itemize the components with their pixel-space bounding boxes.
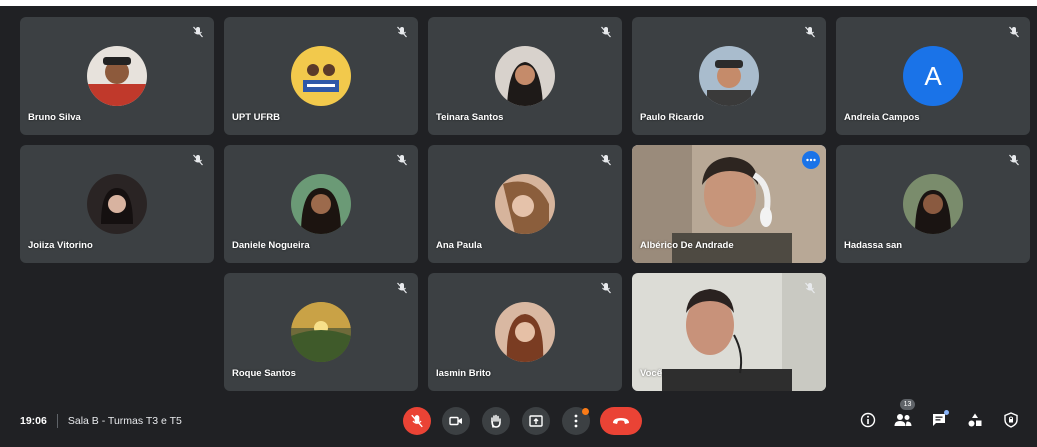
participant-name: Andreia Campos — [844, 112, 920, 123]
chat-notification-dot — [944, 410, 949, 415]
mic-off-icon — [601, 154, 611, 166]
participant-tile[interactable]: Joiiza Vitorino — [20, 145, 214, 263]
host-controls-icon — [1004, 412, 1018, 428]
participant-name: Daniele Nogueira — [232, 240, 310, 251]
participant-name: UPT UFRB — [232, 112, 281, 123]
present-screen-button[interactable] — [522, 407, 550, 435]
participant-name: Teinara Santos — [436, 112, 504, 123]
host-controls-button[interactable] — [1000, 409, 1022, 431]
mic-off-icon — [397, 282, 407, 294]
present-icon — [529, 415, 543, 427]
participant-tile[interactable]: UPT UFRB — [224, 17, 418, 135]
people-button[interactable]: 13 — [892, 399, 915, 431]
mic-off-icon — [397, 154, 407, 166]
divider — [56, 414, 58, 428]
participant-name: Joiiza Vitorino — [28, 240, 93, 251]
participant-avatar — [87, 174, 147, 234]
more-options-icon — [574, 414, 578, 428]
mic-off-icon — [1009, 26, 1019, 38]
mic-off-icon — [193, 26, 203, 38]
participant-avatar — [495, 174, 555, 234]
meeting-info: 19:06 Sala B - Turmas T3 e T5 — [20, 414, 182, 428]
participant-avatar — [495, 302, 555, 362]
camera-toggle-button[interactable] — [442, 407, 470, 435]
hang-up-icon — [613, 418, 629, 424]
participant-avatar — [291, 46, 351, 106]
mic-off-icon — [805, 26, 815, 38]
participant-tile[interactable]: Roque Santos — [224, 273, 418, 391]
participant-avatar — [903, 174, 963, 234]
participant-name: Paulo Ricardo — [640, 112, 704, 123]
participant-grid: Bruno Silva UPT UFRB Teinara Santos Paul… — [0, 0, 1037, 395]
participant-tile[interactable]: Bruno Silva — [20, 17, 214, 135]
participant-tile[interactable]: Iasmin Brito — [428, 273, 622, 391]
activities-button[interactable] — [964, 409, 986, 431]
participant-avatar — [87, 46, 147, 106]
participant-tile[interactable]: Teinara Santos — [428, 17, 622, 135]
participant-avatar — [291, 174, 351, 234]
bottom-control-bar: 19:06 Sala B - Turmas T3 e T5 13 — [0, 395, 1037, 447]
participant-name: Roque Santos — [232, 368, 296, 379]
participant-avatar — [291, 302, 351, 362]
more-options-button[interactable] — [562, 407, 590, 435]
participant-tile[interactable]: Ana Paula — [428, 145, 622, 263]
more-options-icon[interactable] — [802, 151, 820, 169]
people-icon — [894, 414, 912, 426]
info-icon — [860, 412, 876, 428]
raise-hand-icon — [491, 414, 501, 428]
mic-off-icon — [193, 154, 203, 166]
notification-dot — [582, 408, 589, 415]
participant-tile[interactable]: A Andreia Campos — [836, 17, 1030, 135]
activities-icon — [968, 413, 982, 427]
participant-initial: A — [903, 46, 963, 106]
camera-icon — [449, 416, 462, 426]
meeting-time: 19:06 — [20, 415, 47, 427]
mic-off-icon — [397, 26, 407, 38]
participant-tile-speaking[interactable]: Albérico De Andrade — [632, 145, 826, 263]
mic-off-icon — [601, 26, 611, 38]
self-name: Você — [640, 368, 663, 379]
mic-off-icon — [601, 282, 611, 294]
participant-avatar — [699, 46, 759, 106]
mic-off-icon — [411, 414, 423, 428]
participant-tile[interactable]: Paulo Ricardo — [632, 17, 826, 135]
participant-name: Ana Paula — [436, 240, 482, 251]
participant-tile[interactable]: Daniele Nogueira — [224, 145, 418, 263]
meeting-room-name: Sala B - Turmas T3 e T5 — [67, 415, 182, 427]
self-tile[interactable]: Você — [632, 273, 826, 391]
participant-avatar — [495, 46, 555, 106]
participant-name: Iasmin Brito — [436, 368, 491, 379]
participant-count-badge: 13 — [900, 399, 915, 410]
participant-name: Hadassa san — [844, 240, 903, 251]
mic-off-icon — [1009, 154, 1019, 166]
chat-button[interactable] — [928, 409, 950, 431]
mic-off-icon — [805, 282, 815, 294]
participant-name: Bruno Silva — [28, 112, 81, 123]
participant-name: Albérico De Andrade — [640, 240, 734, 251]
raise-hand-button[interactable] — [482, 407, 510, 435]
meeting-details-button[interactable] — [857, 409, 879, 431]
mic-toggle-button[interactable] — [403, 407, 431, 435]
participant-tile[interactable]: Hadassa san — [836, 145, 1030, 263]
leave-call-button[interactable] — [600, 407, 642, 435]
